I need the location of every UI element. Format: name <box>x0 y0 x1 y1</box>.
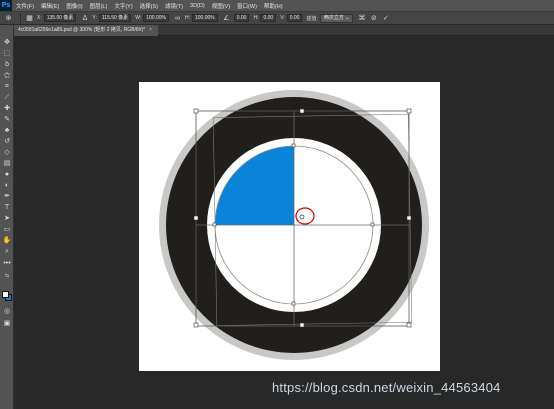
menu-select[interactable]: 选择(S) <box>140 2 158 10</box>
w-field[interactable]: 100.00% <box>143 14 169 22</box>
rotate-icon: ∠ <box>223 14 230 22</box>
artwork <box>159 90 429 360</box>
menu-bar: Ps 文件(F) 编辑(E) 图像(I) 图层(L) 文字(Y) 选择(S) 滤… <box>0 0 554 11</box>
reference-point-icon[interactable]: ▦ <box>25 14 34 23</box>
link-icon[interactable]: ∞ <box>173 14 182 23</box>
tool-preset-icon[interactable]: ⊕ <box>4 14 13 23</box>
cancel-transform-icon[interactable]: ⊘ <box>369 14 378 23</box>
y-field[interactable]: 115.50 像素 <box>98 14 132 22</box>
move-icon[interactable]: ✥ <box>2 38 12 47</box>
menu-view[interactable]: 视图(V) <box>212 2 230 10</box>
close-tab-icon[interactable]: × <box>149 27 152 33</box>
path-select-icon[interactable]: ➤ <box>2 214 12 223</box>
interpolation-value: 两次立方 <box>323 14 344 21</box>
healing-icon[interactable]: ✚ <box>2 104 12 113</box>
blur-icon[interactable]: ● <box>2 170 12 179</box>
menu-filter[interactable]: 滤镜(T) <box>165 2 183 10</box>
history-brush-icon[interactable]: ↺ <box>2 137 12 146</box>
interpolation-select[interactable]: 两次立方 ⌄ <box>319 13 354 23</box>
zoom-icon[interactable]: ⌕ <box>2 247 12 256</box>
swap-colors-icon[interactable]: ⇆ <box>2 272 12 281</box>
magic-wand-icon[interactable]: ⚝ <box>2 71 12 80</box>
document-tab[interactable]: 4c0581a6256e1a89.psd @ 300% (矩形 2 拷贝, RG… <box>14 25 159 36</box>
hand-icon[interactable]: ✋ <box>2 236 12 245</box>
document-modified-marker: * <box>143 27 146 33</box>
tools-panel: ✥ ⬚ ꝺ ⚝ ⌗ ⟋ ✚ ✎ ♣ ↺ ◇ ▤ ● ◐ ✒ T ➤ ▭ ✋ ⌕ … <box>0 25 14 409</box>
menu-edit[interactable]: 编辑(E) <box>41 2 59 10</box>
menu-window[interactable]: 窗口(W) <box>237 2 257 10</box>
interpolation-label: 插值: <box>306 15 318 22</box>
angle-field[interactable]: 0.00 <box>233 14 250 22</box>
menu-3d[interactable]: 3D(D) <box>190 3 205 9</box>
lasso-icon[interactable]: ꝺ <box>2 60 12 69</box>
more-icon[interactable]: ••• <box>2 259 12 268</box>
marquee-icon[interactable]: ⬚ <box>2 49 12 58</box>
document-canvas[interactable] <box>139 82 440 371</box>
menu-file[interactable]: 文件(F) <box>16 2 34 10</box>
gradient-icon[interactable]: ▤ <box>2 159 12 168</box>
menu-type[interactable]: 文字(Y) <box>114 2 132 10</box>
document-tab-title: 4c0581a6256e1a89.psd @ 300% (矩形 2 拷贝, RG… <box>18 27 144 33</box>
menu-layer[interactable]: 图层(L) <box>90 2 108 10</box>
clone-stamp-icon[interactable]: ♣ <box>2 126 12 135</box>
divider <box>20 13 21 23</box>
crop-icon[interactable]: ⌗ <box>2 82 12 91</box>
delta-icon[interactable]: Δ <box>80 14 89 23</box>
watermark-url: https://blog.csdn.net/weixin_44563404 <box>272 380 501 395</box>
foreground-color-swatch[interactable] <box>2 291 9 298</box>
w-label: W: <box>135 15 142 21</box>
pen-icon[interactable]: ✒ <box>2 192 12 201</box>
dodge-icon[interactable]: ◐ <box>2 181 12 190</box>
h-field[interactable]: 100.00% <box>191 14 218 22</box>
quick-mask-icon[interactable]: ◎ <box>2 307 12 316</box>
menu-help[interactable]: 帮助(H) <box>264 2 283 10</box>
photoshop-logo[interactable]: Ps <box>0 0 12 11</box>
brush-icon[interactable]: ✎ <box>2 115 12 124</box>
vskew-label: V: <box>280 15 285 21</box>
y-label: Y: <box>92 15 97 21</box>
menu-image[interactable]: 图像(I) <box>66 2 82 10</box>
hskew-label: H: <box>253 15 259 21</box>
x-label: X: <box>37 15 42 21</box>
hskew-field[interactable]: 0.00 <box>260 14 277 22</box>
eraser-icon[interactable]: ◇ <box>2 148 12 157</box>
eyedropper-icon[interactable]: ⟋ <box>2 93 12 102</box>
warp-icon[interactable]: ⌘ <box>357 14 366 23</box>
document-tab-strip: 4c0581a6256e1a89.psd @ 300% (矩形 2 拷贝, RG… <box>14 25 554 36</box>
screen-mode-icon[interactable]: ▣ <box>2 319 12 328</box>
type-icon[interactable]: T <box>2 203 12 212</box>
rectangle-icon[interactable]: ▭ <box>2 225 12 234</box>
options-bar: ⊕ ▦ X: 135.00 像素 Δ Y: 115.50 像素 W: 100.0… <box>0 11 554 25</box>
x-field[interactable]: 135.00 像素 <box>43 14 77 22</box>
h-label: H: <box>184 15 190 21</box>
vskew-field[interactable]: 0.00 <box>286 14 303 22</box>
commit-transform-icon[interactable]: ✓ <box>381 14 390 23</box>
